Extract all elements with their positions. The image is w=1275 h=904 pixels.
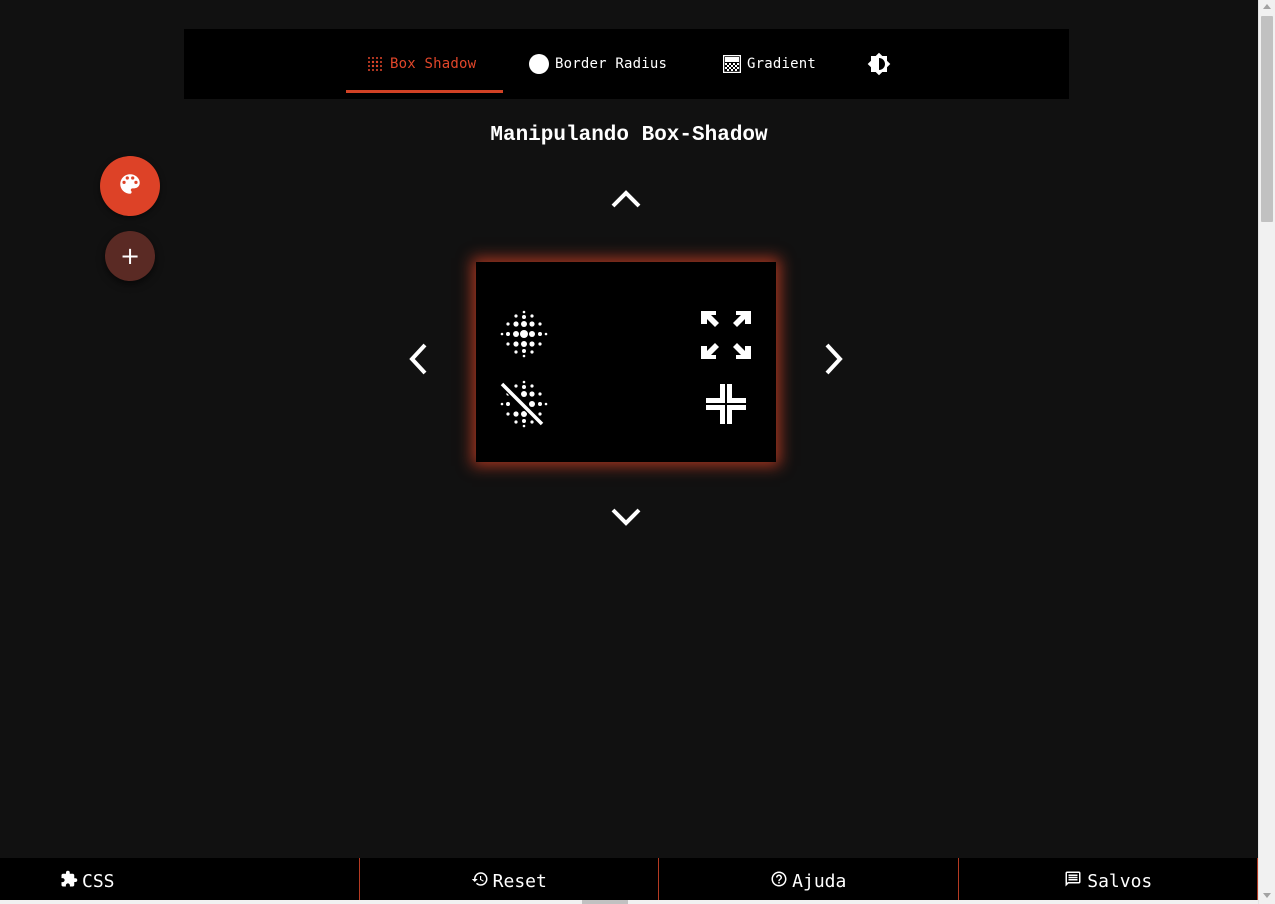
active-tab-indicator — [346, 90, 503, 93]
help-icon — [770, 870, 788, 893]
saved-icon — [1063, 870, 1083, 893]
shadow-right-button[interactable] — [824, 342, 846, 380]
history-icon — [471, 870, 489, 893]
scroll-down-icon[interactable] — [1263, 893, 1271, 898]
help-button[interactable]: Ajuda — [659, 858, 959, 904]
compress-icon — [698, 384, 754, 436]
saved-label: Salvos — [1087, 870, 1153, 892]
palette-icon — [117, 171, 143, 201]
horizontal-scrollbar[interactable] — [0, 900, 1258, 904]
chevron-left-icon — [406, 343, 428, 380]
reset-label: Reset — [492, 870, 547, 892]
chevron-down-icon — [610, 508, 642, 533]
puzzle-icon — [60, 870, 78, 893]
decrease-spread-button[interactable] — [698, 376, 754, 432]
shadow-up-button[interactable] — [610, 187, 642, 213]
palette-button[interactable] — [100, 156, 160, 216]
remove-blur-button[interactable] — [496, 376, 552, 432]
increase-blur-button[interactable] — [496, 306, 552, 362]
add-button[interactable]: + — [105, 231, 155, 281]
tab-border-radius[interactable]: Border Radius — [529, 29, 667, 99]
shadow-down-button[interactable] — [610, 507, 642, 533]
contrast-icon — [867, 52, 891, 76]
css-label: CSS — [82, 870, 115, 892]
chevron-right-icon — [824, 343, 846, 380]
expand-icon — [698, 311, 754, 366]
tab-gradient[interactable]: Gradient — [723, 29, 816, 99]
top-nav: Box Shadow Border Radius Gradient — [184, 29, 1069, 99]
help-label: Ajuda — [792, 870, 847, 892]
blur-off-icon — [496, 380, 552, 436]
dots-grid-icon — [366, 55, 384, 73]
increase-spread-button[interactable] — [698, 306, 754, 362]
bottom-bar: CSS Reset Ajuda Salvos — [0, 858, 1258, 904]
shadow-left-button[interactable] — [406, 342, 428, 380]
tab-label: Border Radius — [555, 56, 668, 72]
tab-label: Gradient — [747, 56, 817, 72]
plus-icon: + — [119, 242, 141, 270]
page-title: Manipulando Box-Shadow — [490, 124, 768, 147]
tab-theme-toggle[interactable] — [867, 29, 891, 99]
chevron-up-icon — [610, 190, 642, 213]
shadow-preview-box — [476, 262, 776, 462]
blur-icon — [496, 310, 552, 366]
saved-button[interactable]: Salvos — [959, 858, 1258, 904]
tab-box-shadow[interactable]: Box Shadow — [366, 29, 476, 99]
vertical-scroll-thumb[interactable] — [1261, 16, 1273, 222]
reset-button[interactable]: Reset — [360, 858, 659, 904]
css-button[interactable]: CSS — [0, 858, 360, 904]
scroll-up-icon[interactable] — [1263, 4, 1271, 9]
vertical-scrollbar[interactable] — [1258, 0, 1275, 904]
tab-label: Box Shadow — [390, 56, 477, 72]
circle-icon — [529, 54, 549, 74]
gradient-icon — [723, 55, 741, 73]
horizontal-scroll-thumb[interactable] — [582, 900, 628, 904]
